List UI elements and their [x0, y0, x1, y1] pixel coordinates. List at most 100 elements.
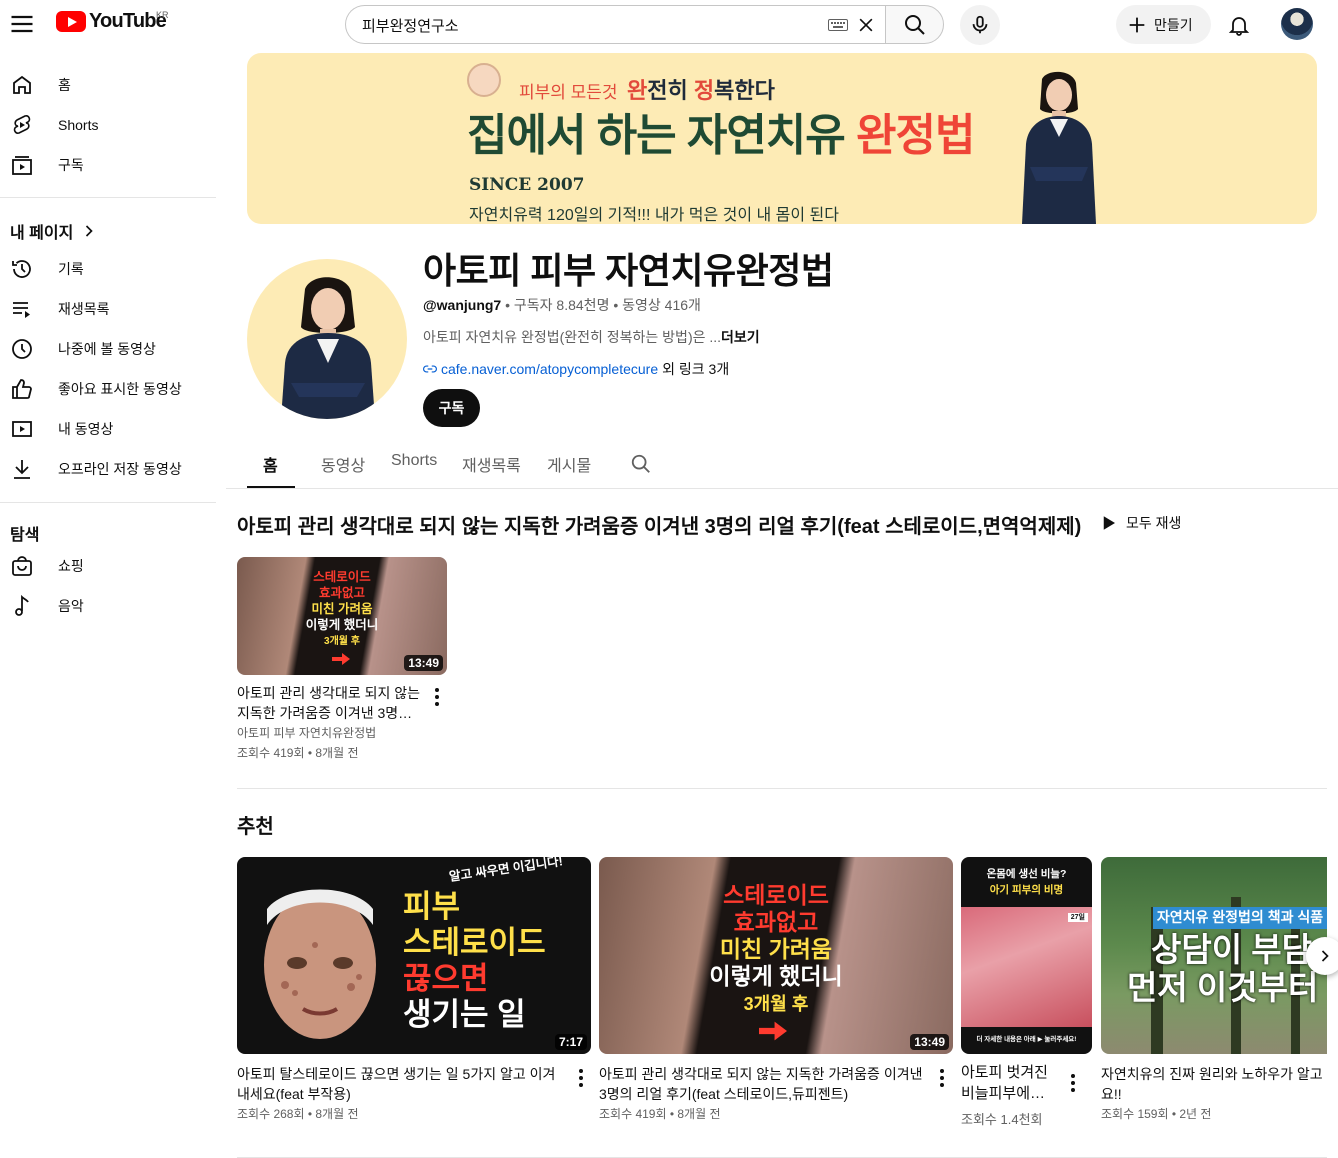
search-box[interactable]	[345, 5, 885, 44]
channel-search-icon[interactable]	[630, 453, 652, 475]
tab-playlists[interactable]: 재생목록	[462, 452, 521, 476]
thumbnail-text: 피부	[403, 889, 461, 924]
thumbnail-text: 효과없고	[733, 909, 819, 935]
create-button[interactable]: 만들기	[1116, 5, 1211, 44]
play-icon	[1103, 516, 1115, 530]
youtube-logo[interactable]: YouTube KR	[56, 10, 169, 33]
video-thumbnail[interactable]: 알고 싸우면 이깁니다! 피부 스테로이드 끊으면 생기는 일 7:17	[237, 857, 591, 1054]
video-thumbnail[interactable]: 온몸에 생선 비늘? 아기 피부의 비명 27일 더 자세한 내용은 아래 ▶ …	[961, 857, 1092, 1054]
sidebar-item-label: 구독	[58, 157, 84, 173]
video-thumbnail[interactable]: 자연치유 완정법의 책과 식품 상담이 부담 먼저 이것부터	[1101, 857, 1327, 1054]
sidebar-item-liked[interactable]: 좋아요 표시한 동영상	[0, 369, 216, 409]
video-title-line: 아토피 관리 생각대로 되지 않는 지독한 가려움증 이겨낸	[599, 1066, 923, 1082]
thumbnail-text: 상담이 부담	[1151, 931, 1312, 968]
sidebar-item-shopping[interactable]: 쇼핑	[0, 546, 216, 586]
play-all-label: 모두 재생	[1126, 515, 1182, 531]
extra-links-label[interactable]: 외 링크 3개	[662, 359, 729, 379]
channel-description[interactable]: 아토피 자연치유 완정법(완전히 정복하는 방법)은 ...더보기	[423, 327, 760, 347]
banner-since: SINCE 2007	[469, 175, 585, 195]
video-menu-icon[interactable]	[1069, 1072, 1077, 1094]
sidebar-divider	[0, 502, 216, 503]
sidebar-item-label: 쇼핑	[58, 558, 84, 574]
video-title[interactable]: 아토피 관리 생각대로 되지 않는 지독한 가려움증 이겨낸 3명의 리얼 후기…	[599, 1064, 929, 1104]
notifications-button[interactable]	[1222, 8, 1256, 42]
banner-person-photo	[1022, 71, 1096, 224]
video-title[interactable]: 아토피 탈스테로이드 끊으면 생기는 일 5가지 알고 이겨 내세요(feat …	[237, 1064, 567, 1104]
tab-home[interactable]: 홈	[263, 452, 278, 476]
sidebar-item-history[interactable]: 기록	[0, 249, 216, 289]
sidebar-item-playlists[interactable]: 재생목록	[0, 289, 216, 329]
video-title-line: 요!!	[1101, 1086, 1122, 1102]
video-menu-icon[interactable]	[433, 686, 441, 708]
search-input[interactable]	[362, 14, 802, 36]
thumbnail-text: 27일	[1067, 913, 1088, 923]
downloads-icon	[10, 457, 34, 481]
video-channel-name[interactable]: 아토피 피부 자연치유완정법	[237, 723, 376, 743]
clear-search-icon[interactable]	[856, 15, 876, 35]
video-duration: 13:49	[910, 1034, 949, 1050]
sidebar-item-label: 나중에 볼 동영상	[58, 341, 156, 357]
video-title-line: 3명의 리얼 후기(feat 스테로이드,듀피젠트)	[599, 1086, 849, 1102]
music-icon	[10, 594, 34, 618]
sidebar-item-label: 내 동영상	[58, 421, 114, 437]
subscriptions-icon	[10, 153, 34, 177]
search-button[interactable]	[885, 5, 944, 44]
home-icon	[10, 73, 34, 97]
tab-shorts[interactable]: Shorts	[391, 452, 437, 470]
menu-icon[interactable]	[8, 10, 36, 38]
channel-avatar	[247, 259, 407, 419]
account-avatar[interactable]	[1281, 8, 1313, 40]
thumbnail-text: 온몸에 생선 비늘?	[986, 868, 1067, 880]
sidebar-item-shorts[interactable]: Shorts	[0, 105, 216, 145]
sidebar-item-your-videos[interactable]: 내 동영상	[0, 409, 216, 449]
carousel-next-button[interactable]	[1306, 937, 1338, 975]
voice-search-button[interactable]	[960, 5, 1000, 45]
country-code: KR	[156, 10, 169, 20]
liked-icon	[10, 377, 34, 401]
video-thumbnail[interactable]: 스테로이드 효과없고 미친 가려움 이렇게 했더니 3개월 후 13:49	[237, 557, 447, 675]
video-title-line: 내세요(feat 부작용)	[237, 1086, 351, 1102]
thumbnail-text: 스테로이드	[723, 882, 829, 908]
sidebar-item-subscriptions[interactable]: 구독	[0, 145, 216, 185]
thumbnail-text: 3개월 후	[743, 994, 809, 1014]
video-title-line: 아토피 관리 생각대로 되지 않는	[237, 685, 420, 701]
video-title[interactable]: 아토피 관리 생각대로 되지 않는 지독한 가려움증 이겨낸 3명…	[237, 683, 427, 723]
channel-name: 아토피 피부 자연치유완정법	[423, 250, 834, 291]
play-all-button[interactable]: 모두 재생	[1100, 513, 1181, 533]
plus-icon	[1129, 17, 1145, 32]
your-videos-icon	[10, 417, 34, 441]
keyboard-icon[interactable]	[828, 19, 848, 31]
create-label: 만들기	[1154, 16, 1193, 33]
thumbnail-text: 스테로이드	[313, 570, 371, 584]
more-link[interactable]: 더보기	[721, 329, 760, 345]
video-title[interactable]: 자연치유의 진짜 원리와 노하우가 알고 요!!	[1101, 1064, 1331, 1104]
thumbnail-text: 미친 가려움	[311, 602, 373, 616]
video-title[interactable]: 아토피 벗겨진 비늘피부에…	[961, 1062, 1066, 1104]
featured-section-title[interactable]: 아토피 관리 생각대로 되지 않는 지독한 가려움증 이겨낸 3명의 리얼 후기…	[237, 510, 1081, 539]
video-meta: 조회수 159회 • 2년 전	[1101, 1107, 1212, 1121]
bell-icon	[1228, 17, 1250, 36]
subscribe-button[interactable]: 구독	[423, 389, 480, 427]
channel-external-link[interactable]: cafe.naver.com/atopycompletecure	[441, 361, 658, 377]
sidebar-item-downloads[interactable]: 오프라인 저장 동영상	[0, 449, 216, 489]
video-meta: 조회수 419회 • 8개월 전	[237, 746, 359, 760]
video-menu-icon[interactable]	[577, 1067, 585, 1089]
thumbnail-text: 이렇게 했더니	[305, 618, 379, 632]
sidebar-item-label: 재생목록	[58, 301, 110, 317]
sidebar-item-watch-later[interactable]: 나중에 볼 동영상	[0, 329, 216, 369]
tab-posts[interactable]: 게시물	[547, 452, 591, 476]
video-title-line: 자연치유의 진짜 원리와 노하우가 알고	[1101, 1066, 1323, 1082]
video-thumbnail[interactable]: 스테로이드 효과없고 미친 가려움 이렇게 했더니 3개월 후 13:49	[599, 857, 953, 1054]
video-meta: 조회수 1.4천회	[961, 1112, 1043, 1127]
sidebar-divider	[0, 197, 216, 198]
sidebar-item-music[interactable]: 음악	[0, 586, 216, 626]
thumbnail-text: 이렇게 했더니	[709, 963, 843, 989]
thumbnail-text: 생기는 일	[403, 997, 526, 1032]
my-page-label: 내 페이지	[10, 225, 74, 242]
sidebar-my-page-heading[interactable]: 내 페이지	[10, 219, 99, 243]
video-menu-icon[interactable]	[938, 1067, 946, 1089]
meta-separator: •	[613, 297, 623, 313]
sidebar-item-home[interactable]: 홈	[0, 65, 216, 105]
banner-subtitle: 자연치유력 120일의 기적!!! 내가 먹은 것이 내 몸이 된다	[469, 207, 839, 224]
tab-videos[interactable]: 동영상	[321, 452, 365, 476]
